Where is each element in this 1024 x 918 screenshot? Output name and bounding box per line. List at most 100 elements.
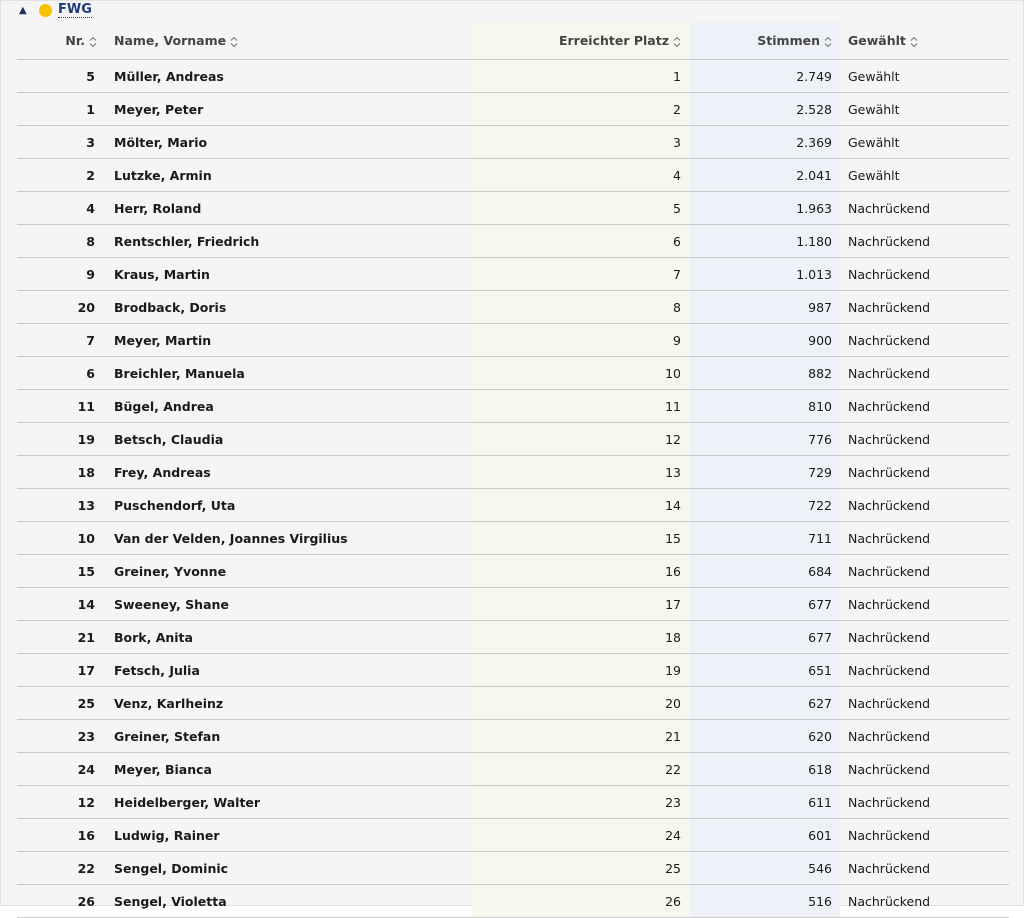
- rank-cell: 20: [472, 686, 690, 720]
- candidate-name-cell: Mölter, Mario: [104, 125, 472, 159]
- rank-cell: 3: [472, 125, 690, 159]
- table-row: 10 Van der Velden, Joannes Virgilius 15 711…: [17, 521, 1009, 555]
- table-row: 5 Müller, Andreas 1 2.749 Gewählt: [17, 59, 1009, 93]
- candidate-name-cell: Brodback, Doris: [104, 290, 472, 324]
- status-cell: Nachrückend: [840, 851, 1009, 885]
- sort-icon: [824, 36, 832, 48]
- rank-cell: 17: [472, 587, 690, 621]
- candidate-number-cell: 12: [17, 785, 104, 819]
- column-header-gewaehlt[interactable]: Gewählt: [840, 22, 1009, 60]
- candidate-name-cell: Puschendorf, Uta: [104, 488, 472, 522]
- candidate-number-cell: 2: [17, 158, 104, 192]
- party-name-link[interactable]: FWG: [58, 2, 92, 18]
- status-cell: Gewählt: [840, 92, 1009, 126]
- votes-cell: 620: [690, 719, 840, 753]
- rank-cell: 2: [472, 92, 690, 126]
- table-row: 16 Ludwig, Rainer 24 601 Nachrückend: [17, 818, 1009, 852]
- table-header-row: Nr. Name, Vorname Erreichter Platz Stimm…: [17, 22, 1009, 60]
- rank-cell: 12: [472, 422, 690, 456]
- candidate-name-cell: Greiner, Stefan: [104, 719, 472, 753]
- candidate-name-cell: Lutzke, Armin: [104, 158, 472, 192]
- candidate-number-cell: 18: [17, 455, 104, 489]
- status-cell: Nachrückend: [840, 356, 1009, 390]
- rank-cell: 22: [472, 752, 690, 786]
- rank-cell: 23: [472, 785, 690, 819]
- votes-cell: 651: [690, 653, 840, 687]
- table-row: 20 Brodback, Doris 8 987 Nachrückend: [17, 290, 1009, 324]
- candidate-number-cell: 17: [17, 653, 104, 687]
- rank-cell: 21: [472, 719, 690, 753]
- table-row: 24 Meyer, Bianca 22 618 Nachrückend: [17, 752, 1009, 786]
- candidate-number-cell: 10: [17, 521, 104, 555]
- table-row: 18 Frey, Andreas 13 729 Nachrückend: [17, 455, 1009, 489]
- candidate-number-cell: 26: [17, 884, 104, 918]
- candidate-number-cell: 22: [17, 851, 104, 885]
- candidate-number-cell: 25: [17, 686, 104, 720]
- collapse-toggle-icon[interactable]: ▲: [19, 5, 33, 16]
- candidate-name-cell: Sengel, Dominic: [104, 851, 472, 885]
- table-row: 23 Greiner, Stefan 21 620 Nachrückend: [17, 719, 1009, 753]
- column-header-name[interactable]: Name, Vorname: [104, 22, 472, 60]
- rank-cell: 10: [472, 356, 690, 390]
- table-row: 6 Breichler, Manuela 10 882 Nachrückend: [17, 356, 1009, 390]
- rank-cell: 11: [472, 389, 690, 423]
- rank-cell: 25: [472, 851, 690, 885]
- status-cell: Nachrückend: [840, 389, 1009, 423]
- candidate-name-cell: Heidelberger, Walter: [104, 785, 472, 819]
- status-cell: Nachrückend: [840, 191, 1009, 225]
- votes-cell: 1.013: [690, 257, 840, 291]
- status-cell: Nachrückend: [840, 521, 1009, 555]
- status-cell: Gewählt: [840, 59, 1009, 93]
- votes-cell: 1.963: [690, 191, 840, 225]
- status-cell: Nachrückend: [840, 752, 1009, 786]
- candidate-number-cell: 1: [17, 92, 104, 126]
- status-cell: Nachrückend: [840, 884, 1009, 918]
- candidate-number-cell: 7: [17, 323, 104, 357]
- votes-cell: 987: [690, 290, 840, 324]
- status-cell: Nachrückend: [840, 785, 1009, 819]
- table-row: 13 Puschendorf, Uta 14 722 Nachrückend: [17, 488, 1009, 522]
- status-cell: Nachrückend: [840, 587, 1009, 621]
- column-header-nr[interactable]: Nr.: [17, 22, 104, 60]
- rank-cell: 16: [472, 554, 690, 588]
- candidate-number-cell: 6: [17, 356, 104, 390]
- table-row: 7 Meyer, Martin 9 900 Nachrückend: [17, 323, 1009, 357]
- status-cell: Nachrückend: [840, 488, 1009, 522]
- column-header-platz-label: Erreichter Platz: [558, 33, 669, 48]
- table-row: 26 Sengel, Violetta 26 516 Nachrückend: [17, 884, 1009, 918]
- table-row: 1 Meyer, Peter 2 2.528 Gewählt: [17, 92, 1009, 126]
- candidate-name-cell: Van der Velden, Joannes Virgilius: [104, 521, 472, 555]
- column-header-stimmen[interactable]: Stimmen: [690, 22, 840, 60]
- rank-cell: 19: [472, 653, 690, 687]
- status-cell: Nachrückend: [840, 290, 1009, 324]
- column-header-platz[interactable]: Erreichter Platz: [472, 22, 690, 60]
- status-cell: Nachrückend: [840, 818, 1009, 852]
- candidate-number-cell: 14: [17, 587, 104, 621]
- table-row: 25 Venz, Karlheinz 20 627 Nachrückend: [17, 686, 1009, 720]
- table-row: 19 Betsch, Claudia 12 776 Nachrückend: [17, 422, 1009, 456]
- table-row: 21 Bork, Anita 18 677 Nachrückend: [17, 620, 1009, 654]
- votes-cell: 810: [690, 389, 840, 423]
- votes-cell: 2.749: [690, 59, 840, 93]
- votes-cell: 677: [690, 620, 840, 654]
- votes-cell: 627: [690, 686, 840, 720]
- status-cell: Nachrückend: [840, 719, 1009, 753]
- votes-cell: 900: [690, 323, 840, 357]
- column-header-nr-label: Nr.: [65, 33, 85, 48]
- candidate-number-cell: 15: [17, 554, 104, 588]
- candidate-number-cell: 23: [17, 719, 104, 753]
- sort-icon: [910, 36, 918, 48]
- candidate-number-cell: 9: [17, 257, 104, 291]
- candidate-name-cell: Greiner, Yvonne: [104, 554, 472, 588]
- status-cell: Nachrückend: [840, 653, 1009, 687]
- votes-cell: 1.180: [690, 224, 840, 258]
- table-row: 9 Kraus, Martin 7 1.013 Nachrückend: [17, 257, 1009, 291]
- candidate-name-cell: Bügel, Andrea: [104, 389, 472, 423]
- candidate-name-cell: Breichler, Manuela: [104, 356, 472, 390]
- status-cell: Gewählt: [840, 158, 1009, 192]
- rank-cell: 5: [472, 191, 690, 225]
- table-row: 4 Herr, Roland 5 1.963 Nachrückend: [17, 191, 1009, 225]
- votes-cell: 611: [690, 785, 840, 819]
- column-header-gewaehlt-label: Gewählt: [848, 33, 906, 48]
- candidate-number-cell: 24: [17, 752, 104, 786]
